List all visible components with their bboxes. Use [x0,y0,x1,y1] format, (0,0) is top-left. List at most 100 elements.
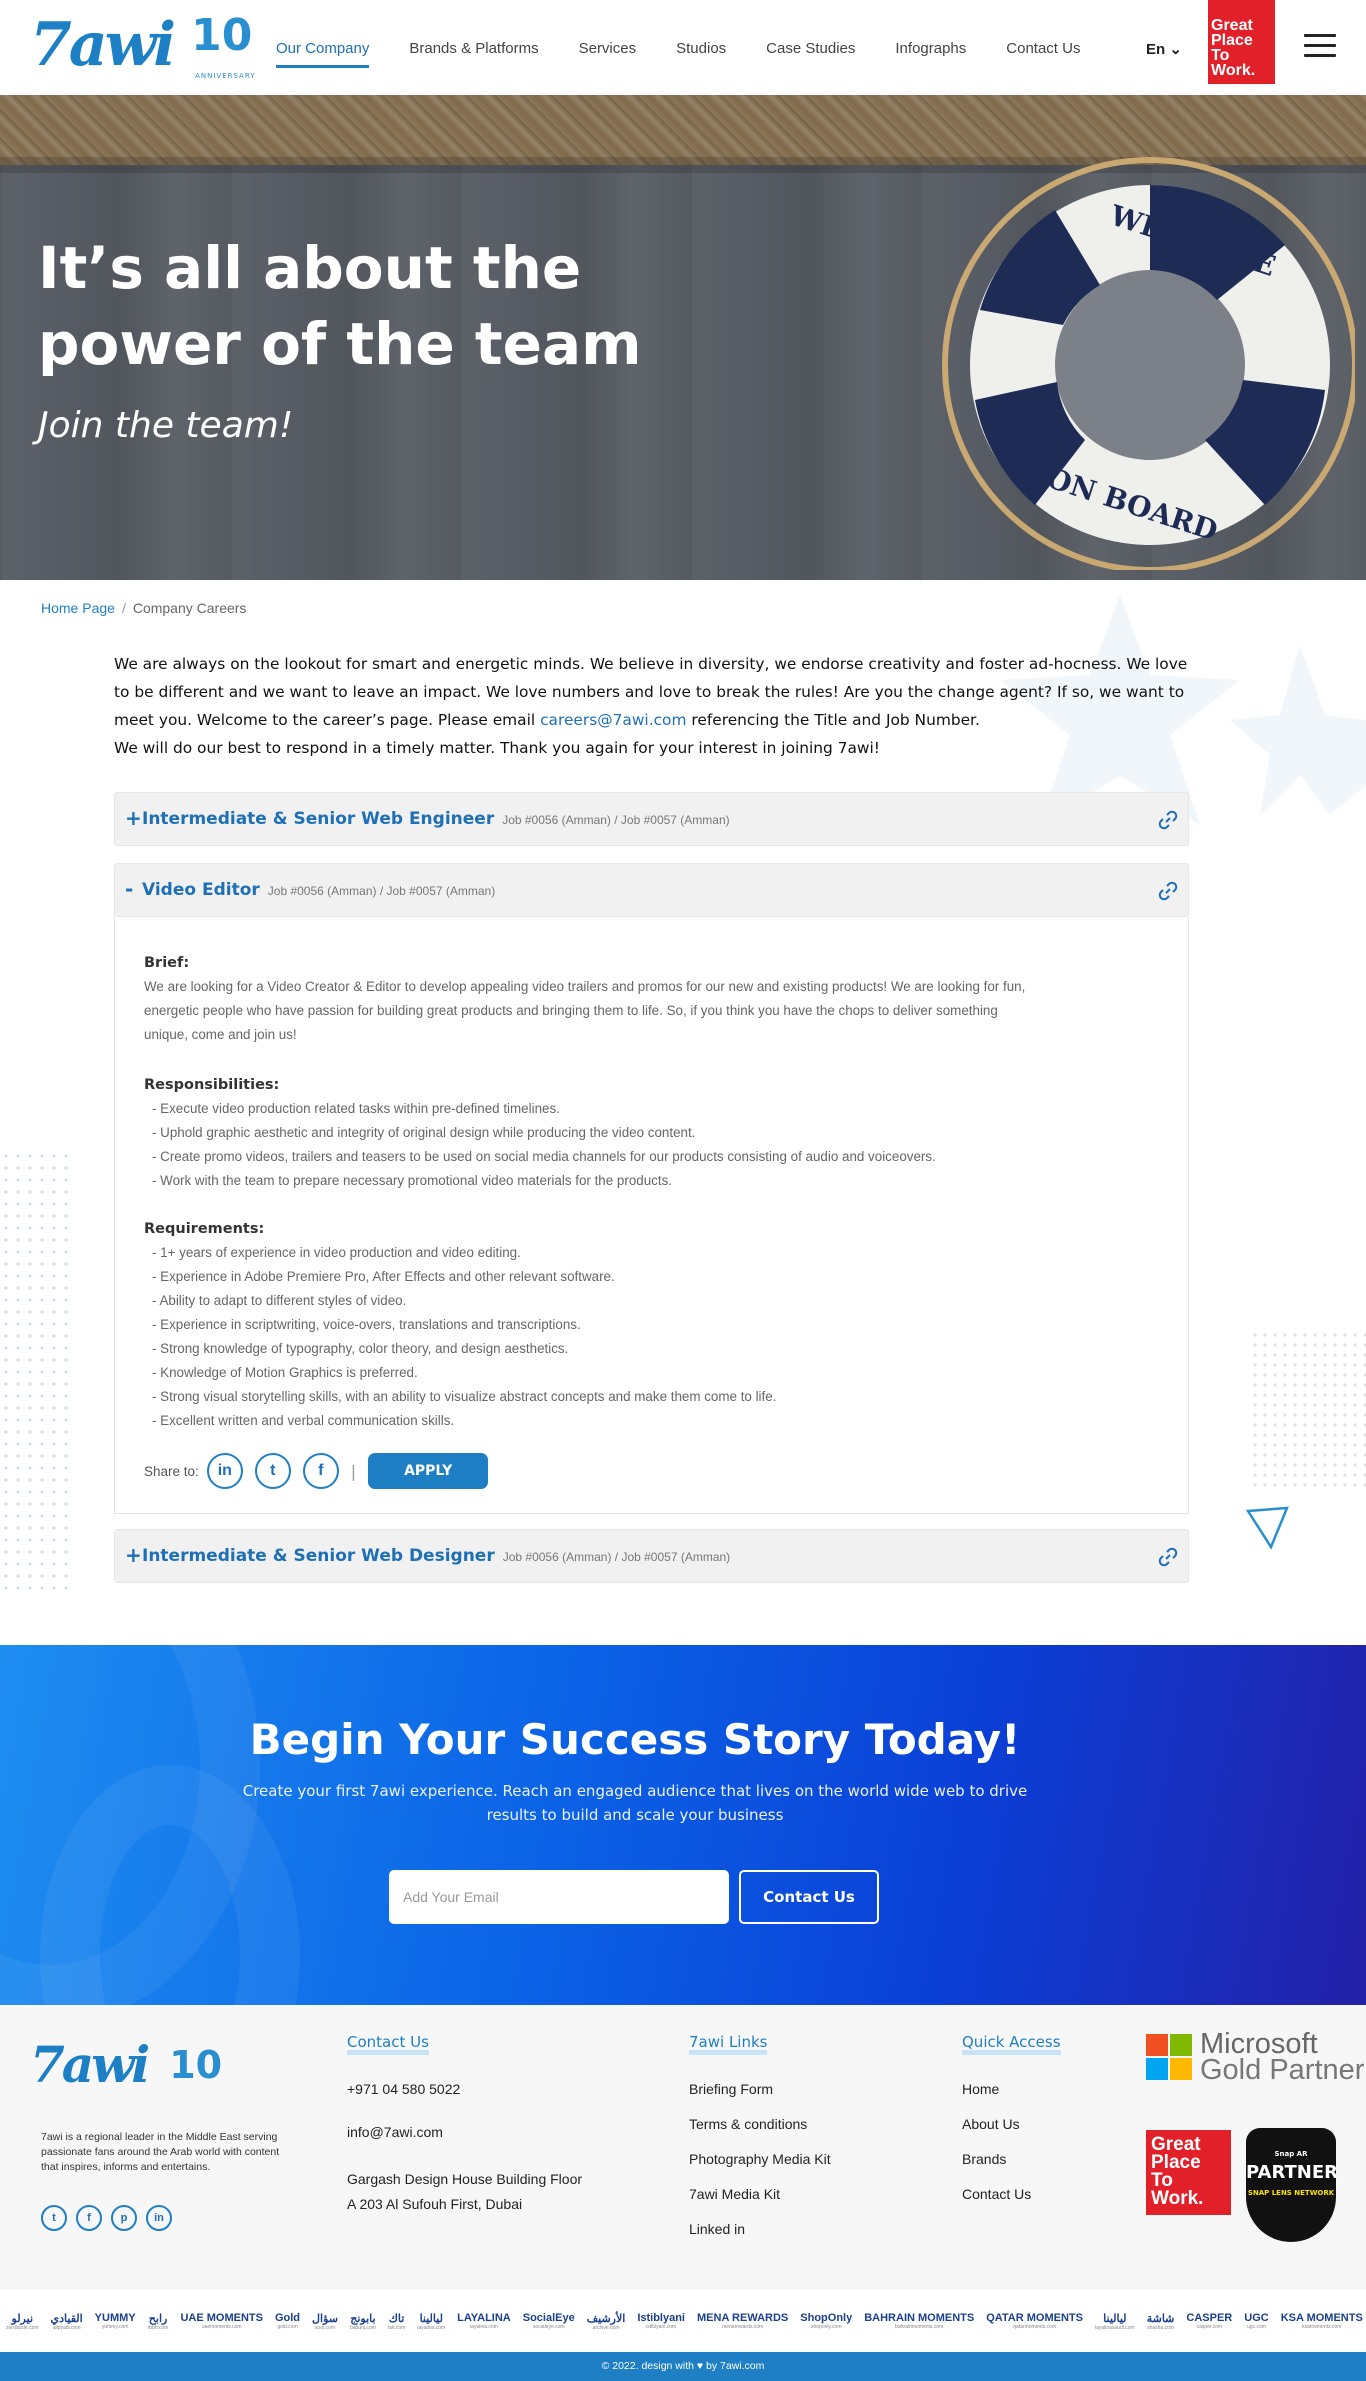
brand-logo[interactable]: CASPER casper.com [1186,2312,1232,2330]
brand-site: rbbh.com [147,2324,169,2331]
footer-logo[interactable]: 7awi 10 [30,2035,222,2094]
collapse-icon[interactable]: - [125,877,133,901]
careers-email-link[interactable]: careers@7awi.com [540,711,686,729]
contact-us-button[interactable]: Contact Us [739,1870,879,1924]
brand-site: layalina.com [470,2324,498,2330]
brief-text: unique, come and join us! [144,1027,297,1042]
job-accordion-video-editor[interactable]: - Video Editor Job #0056 (Amman) / Job #0… [114,863,1189,917]
brand-logo[interactable]: الأرشيف archive.com [587,2312,626,2331]
footer-link[interactable]: Photography Media Kit [689,2151,831,2167]
facebook-icon[interactable]: f [302,1453,339,1489]
brand-logo[interactable]: Istiblyani istiblyani.com [637,2312,685,2330]
nav-studios[interactable]: Studios [676,40,726,68]
footer-quick-link[interactable]: Contact Us [962,2186,1061,2202]
brand-logo[interactable]: سؤال sool.com [312,2312,338,2331]
brand-logo[interactable]: رابح rbbh.com [148,2312,169,2331]
microsoft-logo-icon [1146,2034,1192,2080]
anniversary-number: 10 [169,2042,223,2087]
brand-site: layalina.com [417,2324,446,2331]
nav-our-company[interactable]: Our Company [276,40,370,68]
twitter-icon[interactable]: t [254,1453,291,1489]
link-icon[interactable] [1158,881,1178,901]
brand-logo[interactable]: ليالينا layalina.com [417,2312,445,2331]
apply-button[interactable]: APPLY [368,1453,489,1489]
twitter-icon[interactable]: t [41,2205,67,2231]
footer-link[interactable]: 7awi Media Kit [689,2186,831,2202]
language-selector[interactable]: En ⌄ [1146,40,1182,58]
site-header: 7awi 10 ANNIVERSARY Our Company Brands &… [0,0,1366,95]
link-icon[interactable] [1158,810,1178,830]
brand-logos-strip: نيرلو zerdlazde.com القيادي alqiyadi.com YUM… [0,2290,1366,2352]
brand-logo[interactable]: ShopOnly shoponly.com [800,2312,852,2330]
linkedin-icon[interactable]: in [146,2205,172,2231]
footer-quick-access: Quick Access Home About Us Brands Contac… [962,2032,1061,2221]
footer-link[interactable]: Terms & conditions [689,2116,831,2132]
brand-logo[interactable]: YUMMY yummy.com [95,2312,136,2330]
nav-infographs[interactable]: Infographs [895,40,966,68]
brand-logo[interactable]: ليالينا layalinasaudi.com [1095,2312,1135,2331]
footer-quick-link[interactable]: Brands [962,2151,1061,2167]
footer-quick-link[interactable]: Home [962,2081,1061,2097]
job-details-video-editor: Brief: We are looking for a Video Creato… [114,917,1189,1514]
brand-logo[interactable]: BAHRAIN MOMENTS bahrainmoments.com [864,2312,974,2330]
list-item: - Ability to adapt to different styles o… [152,1293,407,1308]
hamburger-menu-icon[interactable] [1304,34,1336,58]
job-title[interactable]: Video Editor Job #0056 (Amman) / Job #005… [142,880,495,900]
brand-logo[interactable]: بابونج babunj.com [350,2312,376,2331]
breadcrumb-home[interactable]: Home Page [41,600,115,616]
brand-logo[interactable]: شاشة shasha.com [1147,2312,1175,2331]
list-item: - Experience in Adobe Premiere Pro, Afte… [152,1269,615,1284]
nav-brands-platforms[interactable]: Brands & Platforms [409,40,538,68]
brand-logo[interactable]: LAYALINA layalina.com [457,2312,511,2330]
footer-link[interactable]: Linked in [689,2221,831,2237]
expand-icon[interactable]: + [125,1543,142,1567]
footer-quick-link[interactable]: About Us [962,2116,1061,2132]
gold-partner-text: Gold Partner [1200,2054,1365,2086]
brand-logo[interactable]: Gold gold.com [275,2312,300,2330]
facebook-icon[interactable]: f [76,2205,102,2231]
main-nav: Our Company Brands & Platforms Services … [276,40,1120,68]
job-title-text: Intermediate & Senior Web Engineer [142,809,495,829]
list-item: - Execute video production related tasks… [152,1101,560,1116]
gptw-line: Work. [1151,2188,1204,2209]
brand-logo[interactable]: تاك tak.com [388,2312,406,2331]
anniversary-number: 10 [191,10,253,61]
job-accordion-web-engineer[interactable]: + Intermediate & Senior Web Engineer Job … [114,792,1189,846]
nav-contact-us[interactable]: Contact Us [1006,40,1080,68]
email-input[interactable]: Add Your Email [389,1870,729,1924]
brand-logo[interactable]: KSA MOMENTS ksamoments.com [1281,2312,1363,2330]
footer-quick-heading: Quick Access [962,2034,1061,2055]
cta-section: Begin Your Success Story Today! Create y… [0,1645,1366,2005]
brand-logo[interactable]: UGC ugc.com [1244,2312,1268,2330]
nav-case-studies[interactable]: Case Studies [766,40,855,68]
cta-title: Begin Your Success Story Today! [249,1715,1021,1764]
pinterest-icon[interactable]: p [111,2205,137,2231]
job-title[interactable]: Intermediate & Senior Web Engineer Job #0… [142,809,730,829]
share-bar: Share to: in t f | APPLY [144,1453,489,1489]
brand-logo[interactable]: MENA REWARDS menarewards.com [697,2312,788,2330]
site-footer: 7awi 10 7awi is a regional leader in the… [0,2005,1366,2290]
job-accordion-web-designer[interactable]: + Intermediate & Senior Web Designer Job … [114,1529,1189,1583]
footer-email[interactable]: info@7awi.com [347,2124,582,2140]
hero-title-line: It’s all about the [38,234,582,302]
brand-logo[interactable]: UAE MOMENTS uaemoments.com [180,2312,263,2330]
cta-text: Create your first 7awi experience. Reach… [240,1779,1030,1827]
gptw-line: Work. [1211,62,1256,79]
footer-contact: Contact Us +971 04 580 5022 info@7awi.co… [347,2032,582,2217]
footer-about: 7awi is a regional leader in the Middle … [41,2131,280,2173]
footer-link[interactable]: Briefing Form [689,2081,831,2097]
brand-logo[interactable]: نيرلو zerdlazde.com [6,2312,39,2331]
linkedin-icon[interactable]: in [206,1453,243,1489]
great-place-to-work-badge[interactable]: Great Place To Work. [1208,0,1275,84]
footer-social: t f p in [41,2205,181,2231]
footer-phone[interactable]: +971 04 580 5022 [347,2081,582,2097]
job-title[interactable]: Intermediate & Senior Web Designer Job #0… [142,1546,730,1566]
nav-services[interactable]: Services [579,40,637,68]
brand-logo[interactable]: QATAR MOMENTS qatarmoments.com [986,2312,1083,2330]
link-icon[interactable] [1158,1547,1178,1567]
expand-icon[interactable]: + [125,806,142,830]
brief-text: We are looking for a Video Creator & Edi… [144,979,1026,994]
brand-logo[interactable]: القيادي alqiyadi.com [51,2312,83,2331]
site-logo[interactable]: 7awi 10 ANNIVERSARY [30,10,255,80]
brand-logo[interactable]: SocialEye socialeye.com [523,2312,575,2330]
